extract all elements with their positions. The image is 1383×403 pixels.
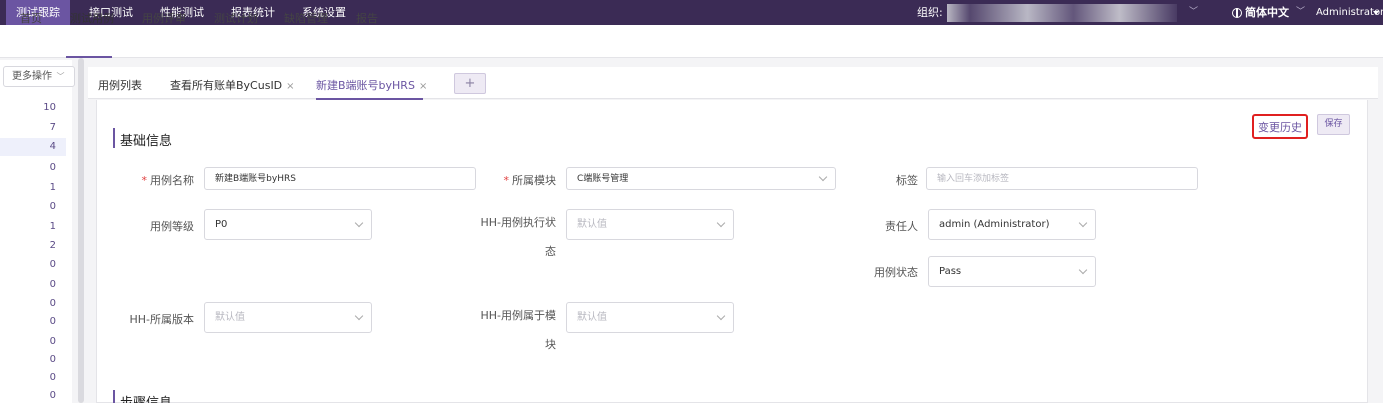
subnav-test-cases[interactable]: 测试用例	[70, 10, 114, 26]
change-history-button[interactable]: 变更历史	[1252, 114, 1308, 139]
tab-label: 新建B端账号byHRS	[316, 79, 415, 92]
chevron-down-icon	[354, 311, 364, 320]
subnav-case-review[interactable]: 用例评审	[142, 10, 186, 26]
save-button[interactable]: 保存	[1317, 114, 1350, 135]
tree-count[interactable]: 0	[0, 333, 66, 351]
chevron-down-icon	[1078, 218, 1088, 227]
chevron-down-icon	[716, 311, 726, 320]
case-level-value: P0	[215, 219, 228, 230]
tree-count[interactable]: 0	[0, 159, 66, 177]
tree-count[interactable]: 0	[0, 256, 66, 274]
tree-count[interactable]: 0	[0, 276, 66, 294]
subnav-test-plan[interactable]: 测试计划	[214, 10, 258, 26]
module-label: * 所属模块	[482, 172, 557, 188]
chevron-down-icon	[354, 218, 364, 227]
tree-count[interactable]: 1	[0, 179, 66, 197]
chevron-down-icon[interactable]: ﹀	[1189, 0, 1198, 25]
exec-status-placeholder: 默认值	[577, 219, 607, 230]
chevron-down-icon[interactable]: ﹀	[1296, 0, 1305, 25]
required-mark: *	[141, 174, 148, 187]
case-edit-panel	[96, 100, 1368, 403]
exec-status-label-line1: HH-用例执行状	[480, 216, 556, 229]
exec-status-label: HH-用例执行状态	[470, 204, 556, 263]
panel-resize-handle[interactable]	[78, 58, 84, 403]
sub-nav	[0, 25, 1383, 58]
module-label-text: 所属模块	[512, 174, 556, 187]
case-status-select[interactable]: Pass	[928, 256, 1096, 287]
tab-view-bills[interactable]: 查看所有账单ByCusID ×	[170, 77, 295, 93]
exec-status-label-line2: 态	[545, 245, 556, 258]
required-mark: *	[503, 174, 510, 187]
section-title-basic: 基础信息	[120, 134, 173, 149]
version-placeholder: 默认值	[215, 312, 245, 323]
chevron-down-icon	[716, 218, 726, 227]
owner-select[interactable]: admin (Administrator)	[928, 209, 1096, 240]
case-name-label: * 用例名称	[120, 172, 195, 188]
tab-label: 查看所有账单ByCusID	[170, 79, 283, 92]
globe-icon	[1232, 8, 1242, 18]
subnav-report[interactable]: 报告	[356, 10, 378, 26]
chevron-down-icon: ﹀	[54, 72, 65, 81]
section-accent	[113, 390, 115, 403]
belong-module-label-line2: 块	[545, 338, 556, 351]
tree-count[interactable]: 7	[0, 119, 66, 137]
module-value: C端账号管理	[577, 174, 629, 184]
subnav-home[interactable]: 首页	[20, 10, 42, 26]
more-operations-button[interactable]: 更多操作 ﹀	[3, 66, 75, 87]
language-selector[interactable]: 简体中文	[1245, 0, 1289, 25]
caret-down-icon[interactable]	[1373, 11, 1379, 15]
tab-new-b-account[interactable]: 新建B端账号byHRS ×	[316, 77, 427, 93]
version-select[interactable]: 默认值	[204, 302, 372, 333]
version-label: HH-所属版本	[129, 313, 194, 326]
close-icon[interactable]: ×	[286, 81, 294, 92]
tree-count-selected[interactable]: 4	[0, 138, 66, 156]
more-operations-label: 更多操作	[12, 71, 52, 82]
owner-value: admin (Administrator)	[939, 219, 1050, 230]
active-subnav-indicator	[66, 56, 112, 58]
tree-count[interactable]: 0	[0, 295, 66, 313]
case-level-select[interactable]: P0	[204, 209, 372, 240]
subnav-defects[interactable]: 缺陷管理	[284, 10, 328, 26]
close-icon[interactable]: ×	[419, 81, 427, 92]
section-accent	[113, 128, 115, 148]
case-status-label: 用例状态	[874, 266, 918, 279]
section-title-steps: 步骤信息	[120, 392, 172, 403]
tree-count[interactable]: 2	[0, 237, 66, 255]
chevron-down-icon	[818, 172, 828, 181]
org-label: 组织:	[917, 6, 943, 19]
tree-count[interactable]: 1	[0, 218, 66, 236]
tab-case-list[interactable]: 用例列表	[98, 77, 142, 93]
tree-count[interactable]: 0	[0, 313, 66, 331]
chevron-down-icon	[1078, 265, 1088, 274]
owner-label: 责任人	[885, 220, 918, 233]
tree-count[interactable]: 0	[0, 369, 66, 387]
belong-module-label: HH-用例属于模块	[470, 297, 556, 356]
case-level-label: 用例等级	[150, 220, 194, 233]
belong-module-placeholder: 默认值	[577, 312, 607, 323]
tree-count[interactable]: 10	[0, 99, 66, 117]
tree-count[interactable]: 0	[0, 351, 66, 369]
case-name-value: 新建B端账号byHRS	[215, 174, 296, 184]
module-select[interactable]: C端账号管理	[566, 167, 836, 190]
tag-label: 标签	[896, 174, 918, 187]
case-name-label-text: 用例名称	[150, 174, 194, 187]
org-selector-redacted[interactable]	[947, 4, 1177, 22]
tag-placeholder: 输入回车添加标签	[937, 174, 1010, 184]
exec-status-select[interactable]: 默认值	[566, 209, 734, 240]
add-tab-button[interactable]: +	[454, 73, 486, 94]
tag-input[interactable]: 输入回车添加标签	[926, 167, 1198, 190]
tree-count[interactable]: 0	[0, 387, 66, 403]
belong-module-label-line1: HH-用例属于模	[480, 309, 556, 322]
case-status-value: Pass	[939, 266, 962, 277]
tab-label: 用例列表	[98, 79, 142, 92]
case-name-input[interactable]: 新建B端账号byHRS	[204, 167, 476, 190]
tree-count[interactable]: 0	[0, 198, 66, 216]
belong-module-select[interactable]: 默认值	[566, 302, 734, 333]
